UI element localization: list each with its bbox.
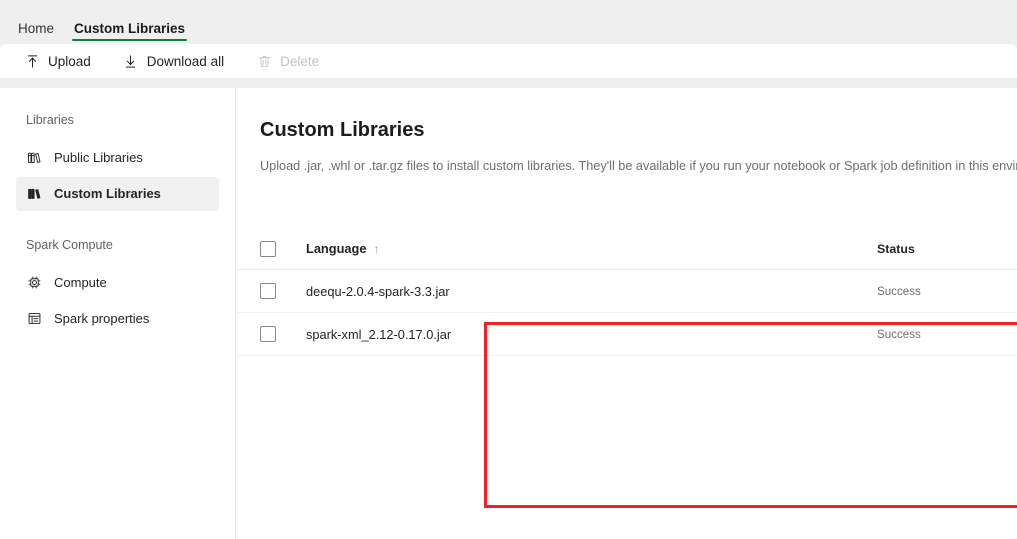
- row-library-name: deequ-2.0.4-spark-3.3.jar: [306, 283, 450, 299]
- delete-button[interactable]: Delete: [246, 48, 329, 74]
- sidebar-item-spark-properties[interactable]: Spark properties: [16, 301, 219, 335]
- column-header-language[interactable]: Language ↑: [276, 241, 877, 256]
- tab-custom-libraries[interactable]: Custom Libraries: [64, 20, 195, 45]
- row-library-name: spark-xml_2.12-0.17.0.jar: [306, 326, 452, 342]
- sidebar-item-public-libraries-label: Public Libraries: [54, 150, 143, 165]
- tab-custom-libraries-label: Custom Libraries: [74, 20, 186, 36]
- toolbar-divider: [0, 78, 1017, 88]
- page-description: Upload .jar, .whl or .tar.gz files to in…: [260, 159, 1017, 173]
- sidebar-item-custom-libraries[interactable]: Custom Libraries: [16, 176, 219, 211]
- download-icon: [123, 53, 139, 69]
- upload-icon: [24, 53, 40, 69]
- sidebar-group-spark-compute-label: Spark Compute: [26, 237, 113, 252]
- books-filled-icon: [26, 186, 42, 202]
- libraries-table: Language ↑ Status deequ-2.0.4-spark-3.3.…: [236, 228, 1017, 394]
- download-all-label: Download all: [146, 53, 225, 69]
- upload-button[interactable]: Upload: [14, 48, 101, 74]
- sidebar-item-custom-libraries-label: Custom Libraries: [54, 186, 161, 201]
- cpu-chip-icon: [26, 274, 42, 290]
- row-checkbox[interactable]: [260, 326, 276, 342]
- sidebar-item-spark-properties-label: Spark properties: [54, 310, 150, 326]
- tab-home-label: Home: [18, 20, 55, 36]
- sidebar-item-compute[interactable]: Compute: [16, 265, 219, 299]
- sort-ascending-icon: ↑: [373, 241, 380, 256]
- main-content: Custom Libraries Upload .jar, .whl or .t…: [236, 88, 1017, 539]
- table-header-row: Language ↑ Status: [236, 228, 1017, 270]
- trash-icon: [256, 53, 272, 69]
- sidebar-item-compute-label: Compute: [54, 274, 107, 290]
- column-header-language-label: Language: [306, 241, 367, 256]
- row-status: Success: [877, 284, 921, 298]
- sidebar: Libraries Public Libraries Custom Librar…: [0, 88, 236, 539]
- tab-home[interactable]: Home: [8, 20, 64, 45]
- table-row[interactable]: spark-xml_2.12-0.17.0.jar Success: [236, 313, 1017, 356]
- column-header-status[interactable]: Status: [877, 242, 1017, 256]
- command-toolbar: Upload Download all Delete: [0, 44, 1017, 78]
- select-all-checkbox[interactable]: [260, 240, 276, 257]
- upload-label: Upload: [48, 53, 91, 69]
- row-checkbox[interactable]: [260, 283, 276, 299]
- table-row[interactable]: deequ-2.0.4-spark-3.3.jar Success: [236, 270, 1017, 313]
- sidebar-group-libraries-label: Libraries: [26, 113, 74, 127]
- row-status: Success: [877, 327, 921, 341]
- list-table-icon: [26, 310, 42, 326]
- tab-strip: Home Custom Libraries: [0, 0, 1017, 44]
- delete-label: Delete: [280, 53, 320, 69]
- sidebar-item-public-libraries[interactable]: Public Libraries: [16, 141, 219, 175]
- column-header-status-label: Status: [877, 241, 915, 256]
- table-empty-filler-row: [236, 356, 1017, 394]
- page-body: Libraries Public Libraries Custom Librar…: [0, 88, 1017, 539]
- books-outline-icon: [26, 150, 42, 166]
- download-all-button[interactable]: Download all: [113, 48, 234, 74]
- page-title: Custom Libraries: [260, 119, 425, 141]
